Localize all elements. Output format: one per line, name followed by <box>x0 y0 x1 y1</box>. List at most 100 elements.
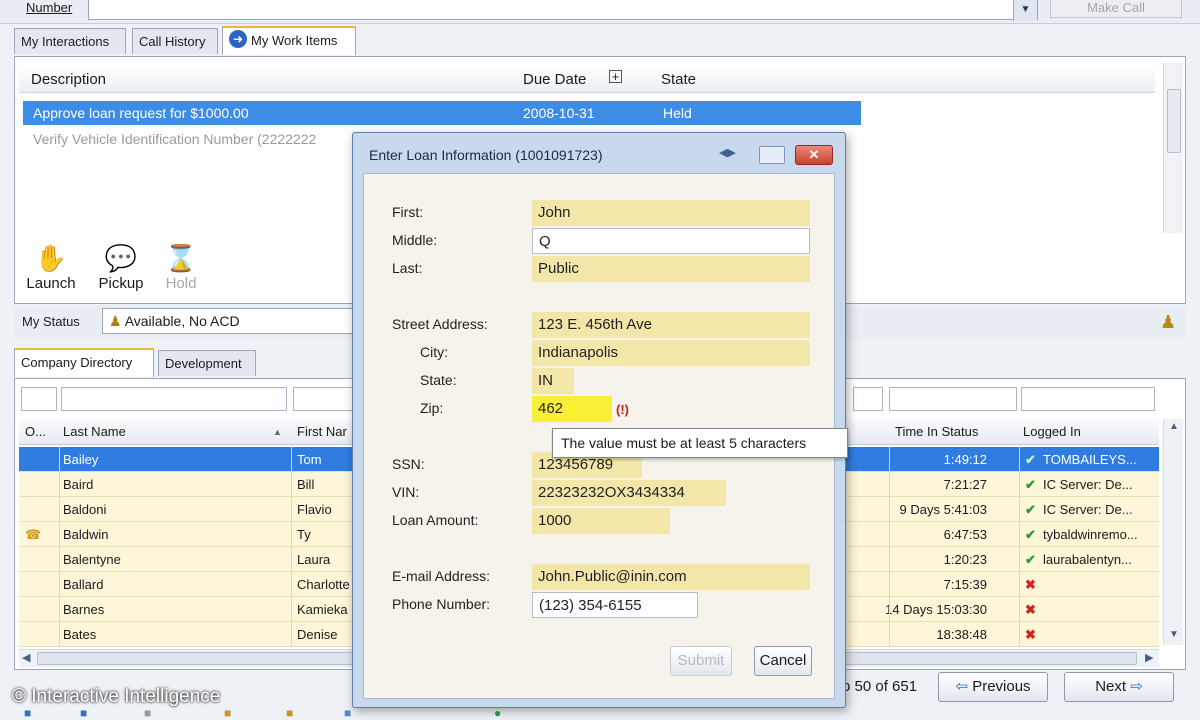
column-separator <box>291 447 292 471</box>
x-icon: ✖ <box>1025 602 1036 617</box>
filter-input[interactable] <box>61 387 287 411</box>
cancel-button[interactable]: Cancel <box>754 646 812 676</box>
navigate-arrows-icon[interactable]: ◀▶ <box>719 146 736 159</box>
zip-label: Zip: <box>420 400 444 416</box>
pickup-label: Pickup <box>98 275 144 292</box>
state-field[interactable]: IN <box>532 368 574 394</box>
toolbar-icon[interactable]: ■ <box>344 706 351 720</box>
first-name-field[interactable]: John <box>532 200 810 226</box>
work-item-description: Verify Vehicle Identification Number (22… <box>33 131 317 147</box>
middle-name-field[interactable]: Q <box>532 228 810 254</box>
cell-time-in-status: 1:20:23 <box>943 552 987 567</box>
cell-logged-in: TOMBAILEYS... <box>1043 452 1137 467</box>
scroll-down-icon[interactable]: ▼ <box>1169 629 1179 640</box>
header-o[interactable]: O... <box>25 424 46 439</box>
filter-input[interactable] <box>293 387 357 411</box>
header-description[interactable]: Description <box>31 71 106 88</box>
cell-time-in-status: 7:15:39 <box>943 577 987 592</box>
column-separator <box>1019 547 1020 571</box>
email-field[interactable]: John.Public@inin.com <box>532 564 810 590</box>
submit-button[interactable]: Submit <box>670 646 732 676</box>
header-logged-in[interactable]: Logged In <box>1023 424 1081 439</box>
scrollbar-thumb[interactable] <box>1167 89 1181 153</box>
work-items-header: Description Due Date + State <box>19 65 1155 93</box>
cell-time-in-status: 7:21:27 <box>943 477 987 492</box>
tab-call-history[interactable]: Call History <box>132 28 218 54</box>
page-info: o 50 of 651 <box>842 678 918 695</box>
tab-company-directory[interactable]: Company Directory <box>14 348 154 377</box>
toolbar-icon[interactable]: ● <box>494 706 501 720</box>
cell-first: Flavio <box>297 502 332 517</box>
toolbar-icon[interactable]: ■ <box>286 706 293 720</box>
number-input[interactable]: ▼ <box>88 0 1038 21</box>
work-item-due: 2008-10-31 <box>523 105 595 121</box>
loan-amount-field[interactable]: 1000 <box>532 508 670 534</box>
cell-last: Bailey <box>63 452 99 467</box>
scroll-up-icon[interactable]: ▲ <box>1169 421 1179 432</box>
phone-field[interactable]: (123) 354-6155 <box>532 592 698 618</box>
tab-my-interactions[interactable]: My Interactions <box>14 28 126 54</box>
filter-input[interactable] <box>1021 387 1155 411</box>
toolbar-icon[interactable]: ■ <box>24 706 31 720</box>
phone-label: Phone Number: <box>392 596 491 612</box>
user-status-icon[interactable]: ♟ <box>1160 312 1176 333</box>
toolbar-icon[interactable]: ■ <box>144 706 151 720</box>
hold-button[interactable]: ⌛ Hold <box>159 243 203 292</box>
work-items-scrollbar[interactable] <box>1163 63 1183 233</box>
check-icon: ✔ <box>1025 477 1036 492</box>
tab-my-work-items[interactable]: ➜ My Work Items <box>222 26 356 55</box>
work-item-row[interactable]: Approve loan request for $1000.00 2008-1… <box>23 101 861 125</box>
city-field[interactable]: Indianapolis <box>532 340 810 366</box>
pickup-button[interactable]: 💬 Pickup <box>93 243 149 292</box>
header-last-name[interactable]: Last Name <box>63 424 126 439</box>
vin-field[interactable]: 22323232OX3434334 <box>532 480 726 506</box>
tab-development[interactable]: Development <box>158 350 256 376</box>
chevron-down-icon[interactable]: ▼ <box>1013 0 1037 21</box>
cell-first: Charlotte <box>297 577 350 592</box>
scroll-right-icon[interactable]: ▶ <box>1145 651 1153 664</box>
next-button[interactable]: Next ⇨ <box>1064 672 1174 702</box>
x-icon: ✖ <box>1025 577 1036 592</box>
middle-label: Middle: <box>392 232 438 248</box>
cell-first: Laura <box>297 552 331 567</box>
zip-field[interactable]: 462 <box>532 396 612 422</box>
last-name-field[interactable]: Public <box>532 256 810 282</box>
column-separator <box>59 497 60 521</box>
column-separator <box>1019 447 1020 471</box>
scroll-left-icon[interactable]: ◀ <box>22 651 30 664</box>
last-label: Last: <box>392 260 423 276</box>
column-separator <box>889 547 890 571</box>
loan-info-dialog: Enter Loan Information (1001091723) ◀▶ ✕… <box>352 132 846 708</box>
my-status-select[interactable]: ♟ Available, No ACD <box>102 308 372 334</box>
maximize-icon[interactable] <box>759 146 785 164</box>
column-separator <box>291 572 292 596</box>
work-item-description: Approve loan request for $1000.00 <box>33 105 249 121</box>
column-separator <box>59 572 60 596</box>
cell-last: Balentyne <box>63 552 121 567</box>
column-separator <box>291 522 292 546</box>
street-field[interactable]: 123 E. 456th Ave <box>532 312 810 338</box>
filter-input[interactable] <box>889 387 1017 411</box>
header-state[interactable]: State <box>661 71 696 88</box>
sort-icon[interactable]: + <box>609 70 622 83</box>
close-icon[interactable]: ✕ <box>795 145 833 165</box>
column-separator <box>59 472 60 496</box>
street-label: Street Address: <box>392 316 488 332</box>
filter-input[interactable] <box>21 387 57 411</box>
cell-time-in-status: 18:38:48 <box>936 627 987 642</box>
header-due-date[interactable]: Due Date <box>523 71 586 88</box>
cell-time-in-status: 6:47:53 <box>943 527 987 542</box>
hold-label: Hold <box>165 275 197 292</box>
toolbar-icon[interactable]: ■ <box>224 706 231 720</box>
launch-button[interactable]: ✋ Launch <box>23 243 79 292</box>
column-separator <box>889 522 890 546</box>
make-call-button[interactable]: Make Call <box>1050 0 1182 18</box>
column-separator <box>1019 522 1020 546</box>
filter-input[interactable] <box>853 387 883 411</box>
toolbar-icon[interactable]: ■ <box>80 706 87 720</box>
header-first-name[interactable]: First Nar <box>297 424 347 439</box>
header-time-in-status[interactable]: Time In Status <box>895 424 978 439</box>
previous-button[interactable]: ⇦ Previous <box>938 672 1048 702</box>
directory-vscroll[interactable]: ▲ ▼ <box>1163 419 1183 645</box>
column-separator <box>291 497 292 521</box>
